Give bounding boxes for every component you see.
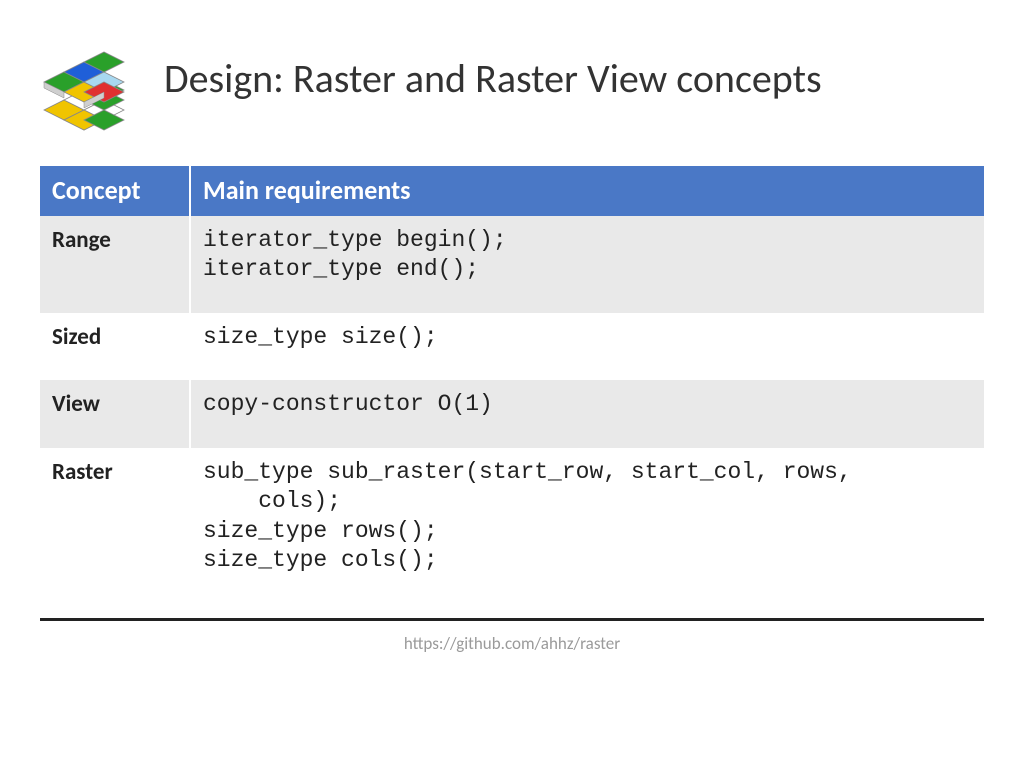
footer-divider	[40, 618, 984, 621]
table-row: View copy-constructor O(1)	[40, 380, 984, 447]
concept-cell: Sized	[40, 313, 190, 380]
col-header-concept: Concept	[40, 166, 190, 216]
concept-cell: Raster	[40, 448, 190, 604]
concept-cell: Range	[40, 216, 190, 313]
logo-icon	[24, 50, 144, 140]
concept-cell: View	[40, 380, 190, 447]
table-row: Range iterator_type begin(); iterator_ty…	[40, 216, 984, 313]
requirements-cell: size_type size();	[190, 313, 984, 380]
col-header-requirements: Main requirements	[190, 166, 984, 216]
requirements-cell: copy-constructor O(1)	[190, 380, 984, 447]
requirements-cell: iterator_type begin(); iterator_type end…	[190, 216, 984, 313]
footer-url: https://github.com/ahhz/raster	[0, 633, 1024, 654]
concepts-table: Concept Main requirements Range iterator…	[40, 166, 984, 604]
table-row: Sized size_type size();	[40, 313, 984, 380]
table-header-row: Concept Main requirements	[40, 166, 984, 216]
raster-grid-icon	[24, 50, 144, 140]
slide-header: Design: Raster and Raster View concepts	[0, 0, 1024, 160]
requirements-cell: sub_type sub_raster(start_row, start_col…	[190, 448, 984, 604]
table-row: Raster sub_type sub_raster(start_row, st…	[40, 448, 984, 604]
slide-title: Design: Raster and Raster View concepts	[164, 50, 822, 102]
